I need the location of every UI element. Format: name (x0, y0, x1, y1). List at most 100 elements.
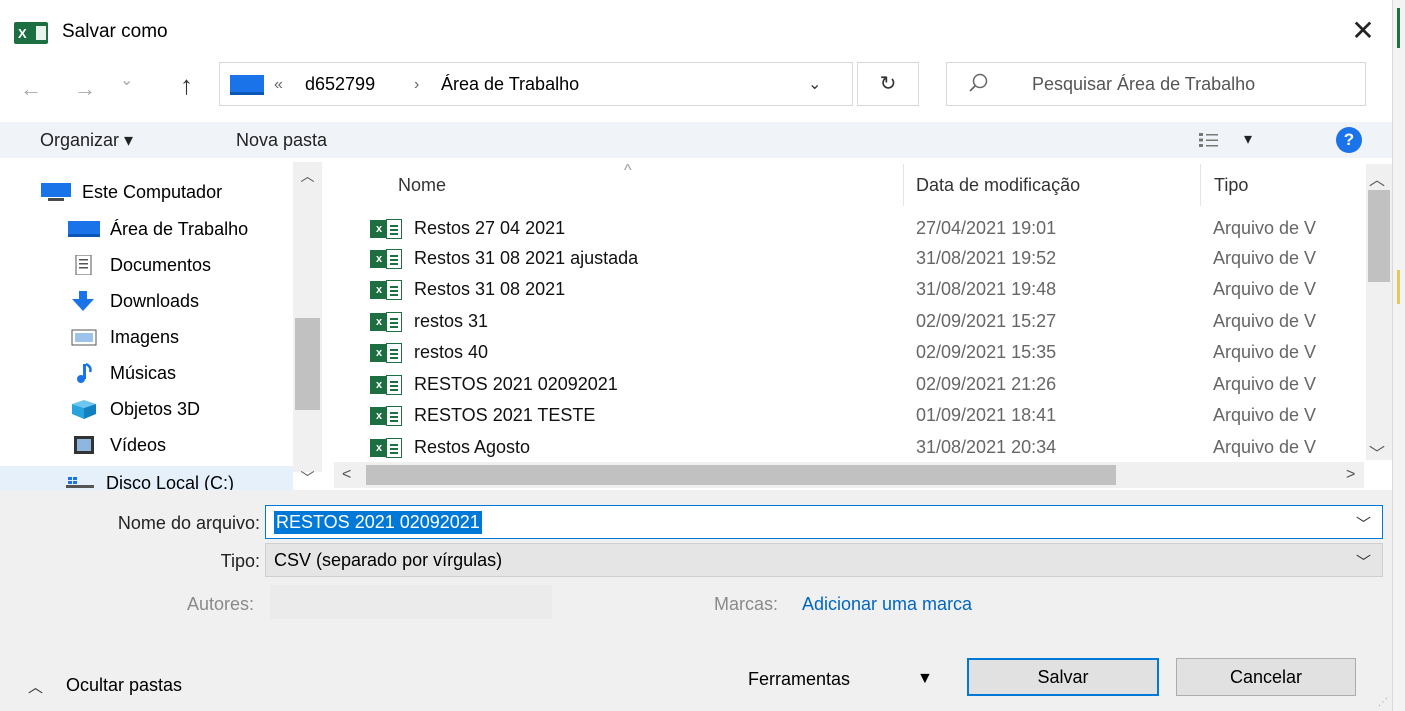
refresh-button[interactable]: ↻ (857, 62, 919, 106)
file-row[interactable]: x restos 31 02/09/2021 15:27 Arquivo de … (370, 305, 1370, 338)
save-button[interactable]: Salvar (967, 658, 1159, 696)
horizontal-scrollbar-thumb[interactable] (366, 465, 1116, 485)
excel-file-icon: x (370, 375, 404, 395)
chevron-up-icon[interactable]: ︿ (28, 676, 43, 697)
file-date: 31/08/2021 20:34 (916, 437, 1057, 457)
recent-locations-chevron-icon[interactable]: ⌄ (120, 70, 133, 90)
sidebar-item-label: Objetos 3D (110, 398, 201, 419)
file-date: 31/08/2021 19:48 (916, 279, 1057, 299)
sidebar-scroll-down-icon[interactable]: ﹀ (294, 468, 321, 488)
scroll-left-icon[interactable]: < (342, 466, 351, 484)
command-bar (0, 122, 1392, 158)
organize-menu[interactable]: Organizar ▾ (40, 130, 133, 151)
sidebar-item-label: Documentos (110, 254, 212, 275)
file-name: Restos Agosto (414, 437, 531, 457)
tools-chevron-down-icon[interactable]: ▼ (917, 670, 933, 688)
sidebar-scroll-up-icon[interactable]: ︿ (294, 166, 321, 186)
close-icon[interactable]: ✕ (1346, 14, 1380, 48)
new-folder-button[interactable]: Nova pasta (236, 130, 327, 151)
dialog-title: Salvar como (62, 21, 168, 42)
vertical-scrollbar-thumb[interactable] (1368, 190, 1390, 282)
help-icon[interactable]: ? (1336, 127, 1362, 153)
sidebar-item-label: Vídeos (110, 434, 167, 455)
file-row[interactable]: x restos 40 02/09/2021 15:35 Arquivo de … (370, 336, 1370, 369)
breadcrumb-separator-icon: › (414, 76, 420, 93)
pictures-icon (68, 327, 100, 347)
breadcrumb-item-desktop[interactable]: Área de Trabalho (441, 74, 579, 95)
music-icon (68, 362, 100, 383)
breadcrumb-item-user[interactable]: d652799 (305, 74, 375, 95)
computer-icon (40, 182, 72, 202)
column-divider[interactable] (903, 164, 904, 206)
file-row[interactable]: x Restos Agosto 31/08/2021 20:34 Arquivo… (370, 431, 1370, 464)
file-date: 02/09/2021 15:35 (916, 342, 1057, 362)
sidebar-scrollbar-thumb[interactable] (295, 318, 320, 410)
sidebar-item-music[interactable]: Músicas (68, 356, 298, 390)
add-tag-link[interactable]: Adicionar uma marca (802, 594, 972, 615)
file-name: Restos 31 08 2021 (414, 279, 566, 299)
file-row[interactable]: x Restos 31 08 2021 31/08/2021 19:48 Arq… (370, 273, 1370, 306)
file-name: restos 40 (414, 342, 489, 362)
videos-icon (68, 435, 100, 455)
breadcrumb-overflow-icon[interactable]: « (274, 76, 283, 94)
sidebar-item-this-pc[interactable]: Este Computador (40, 175, 298, 209)
file-row[interactable]: x RESTOS 2021 TESTE 01/09/2021 18:41 Arq… (370, 399, 1370, 432)
file-row[interactable]: x Restos 27 04 2021 27/04/2021 19:01 Arq… (370, 212, 1370, 245)
sidebar-item-label: Downloads (110, 290, 200, 311)
filename-chevron-down-icon[interactable]: ﹀ (1356, 513, 1371, 534)
resize-grip-icon[interactable]: ⋰ (1378, 697, 1388, 708)
authors-label: Autores: (186, 594, 254, 614)
file-type-select[interactable]: CSV (separado por vírgulas) ﹀ (265, 543, 1383, 577)
file-name: RESTOS 2021 TESTE (414, 405, 596, 425)
column-header-date[interactable]: Data de modificação (916, 175, 1080, 196)
view-options-chevron-icon[interactable]: ▾ (1244, 129, 1252, 149)
scroll-right-icon[interactable]: > (1346, 466, 1355, 484)
file-date: 02/09/2021 21:26 (916, 374, 1057, 394)
filename-value: RESTOS 2021 02092021 (274, 511, 482, 534)
sidebar-item-label: Imagens (110, 326, 180, 347)
filename-input[interactable]: RESTOS 2021 02092021 ﹀ (265, 505, 1383, 539)
search-icon (969, 73, 988, 92)
background-window-edge (1392, 0, 1405, 711)
column-header-type[interactable]: Tipo (1214, 175, 1248, 196)
sidebar-item-documents[interactable]: Documentos (68, 248, 298, 282)
sidebar-item-videos[interactable]: Vídeos (68, 428, 298, 462)
file-type: Arquivo de V (1213, 342, 1317, 362)
hide-folders-button[interactable]: Ocultar pastas (66, 675, 182, 696)
file-name: RESTOS 2021 02092021 (414, 374, 618, 394)
tools-menu[interactable]: Ferramentas (748, 669, 850, 690)
excel-file-icon: x (370, 438, 404, 458)
save-as-dialog: X Salvar como ✕ ← → ⌄ ↑ « d652799 › Área… (0, 0, 1392, 711)
sidebar-item-pictures[interactable]: Imagens (68, 320, 298, 354)
column-divider[interactable] (1200, 164, 1201, 206)
excel-file-icon: x (370, 280, 404, 300)
file-name: Restos 31 08 2021 ajustada (414, 248, 639, 268)
excel-file-icon: x (370, 406, 404, 426)
file-date: 27/04/2021 19:01 (916, 218, 1057, 238)
type-label: Tipo: (220, 551, 260, 571)
excel-file-icon: x (370, 249, 404, 269)
file-type: Arquivo de V (1213, 437, 1317, 457)
address-dropdown-chevron-icon[interactable]: ⌄ (808, 74, 821, 94)
back-arrow-icon[interactable]: ← (20, 76, 42, 102)
authors-field[interactable] (270, 585, 552, 619)
background-accent (1397, 8, 1400, 48)
sidebar-scrollbar[interactable] (293, 162, 322, 472)
downloads-icon (68, 291, 100, 311)
excel-file-icon: x (370, 343, 404, 363)
scroll-up-icon[interactable]: ︿ (1369, 166, 1385, 190)
file-row[interactable]: x Restos 31 08 2021 ajustada 31/08/2021 … (370, 242, 1370, 275)
cancel-button[interactable]: Cancelar (1176, 658, 1356, 696)
forward-arrow-icon[interactable]: → (74, 76, 96, 102)
scroll-down-icon[interactable]: ﹀ (1369, 440, 1385, 464)
file-type-chevron-down-icon[interactable]: ﹀ (1356, 551, 1371, 572)
sidebar-item-3d-objects[interactable]: Objetos 3D (68, 392, 298, 426)
column-header-name[interactable]: Nome (398, 175, 446, 196)
sidebar-item-downloads[interactable]: Downloads (68, 284, 298, 318)
sidebar-item-desktop[interactable]: Área de Trabalho (68, 212, 298, 246)
sidebar-item-label: Este Computador (82, 181, 223, 202)
up-arrow-icon[interactable]: ↑ (180, 70, 193, 101)
view-options-icon[interactable] (1198, 132, 1220, 148)
file-row[interactable]: x RESTOS 2021 02092021 02/09/2021 21:26 … (370, 368, 1370, 401)
file-name: Restos 27 04 2021 (414, 218, 566, 238)
